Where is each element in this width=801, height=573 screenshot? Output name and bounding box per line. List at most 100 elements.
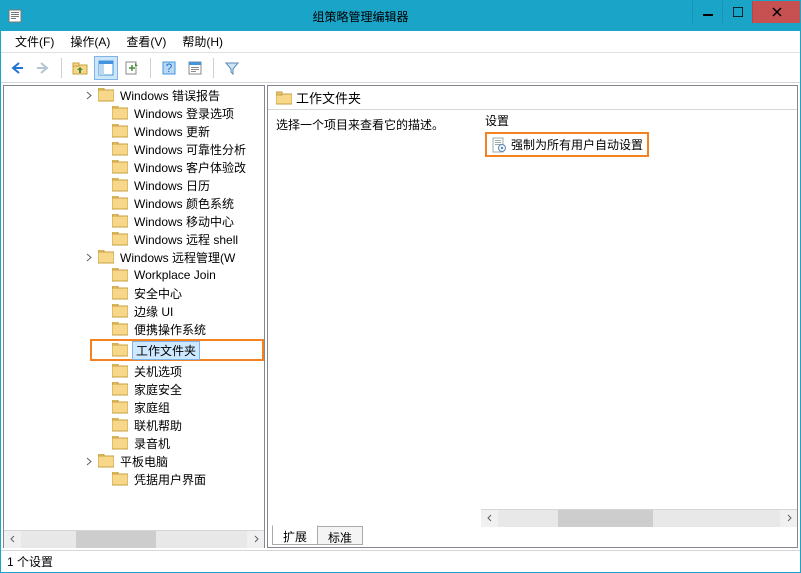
folder-icon [112,286,128,300]
settings-h-scrollbar[interactable] [481,509,797,526]
folder-icon [112,106,128,120]
folder-icon [112,232,128,246]
tree-item[interactable]: 关机选项 [4,362,264,380]
tree-item[interactable]: Windows 远程 shell [4,230,264,248]
tree-item[interactable]: Windows 颜色系统 [4,194,264,212]
tree-item[interactable]: 凭据用户界面 [4,470,264,488]
expander-none [96,106,110,120]
toolbar: ? [1,53,800,83]
tree-item[interactable]: Windows 可靠性分析 [4,140,264,158]
tree-item[interactable]: Windows 移动中心 [4,212,264,230]
tree-item[interactable]: Windows 日历 [4,176,264,194]
folder-icon [112,418,128,432]
folder-icon [98,88,114,102]
tree-item-label: Windows 远程管理(W [118,249,237,266]
folder-icon [112,436,128,450]
tree-item-label: 关机选项 [132,363,184,380]
description-text: 选择一个项目来查看它的描述。 [276,116,473,133]
expander-none [96,160,110,174]
filter-button[interactable] [220,56,244,80]
properties-button[interactable] [183,56,207,80]
forward-button[interactable] [31,56,55,80]
tree-pane: Windows 错误报告Windows 登录选项Windows 更新Window… [3,85,265,548]
tree-item-label: Windows 错误报告 [118,87,222,104]
details-title: 工作文件夹 [296,88,361,107]
folder-icon [112,142,128,156]
settings-column-header[interactable]: 设置 [481,110,797,128]
chevron-right-icon[interactable] [82,250,96,264]
toolbar-separator [150,58,151,78]
close-button[interactable] [752,1,800,23]
toolbar-separator [61,58,62,78]
folder-icon [112,196,128,210]
tree-item-label: Windows 颜色系统 [132,195,236,212]
app-icon [7,8,23,24]
status-text: 1 个设置 [7,553,53,570]
details-tabs: 扩展 标准 [268,526,797,547]
details-header: 工作文件夹 [268,86,797,110]
folder-icon [112,343,128,357]
expander-none [96,364,110,378]
minimize-button[interactable] [692,1,722,23]
tree-item[interactable]: 安全中心 [4,284,264,302]
tree-item[interactable]: 家庭组 [4,398,264,416]
scroll-left-icon[interactable] [481,510,498,527]
tree-item[interactable]: 录音机 [4,434,264,452]
setting-item[interactable]: 强制为所有用户自动设置 [485,132,649,157]
expander-none [96,400,110,414]
tree-view[interactable]: Windows 错误报告Windows 登录选项Windows 更新Window… [4,86,264,530]
expander-none [96,286,110,300]
expander-none [96,322,110,336]
tree-item-label: 边缘 UI [132,303,175,320]
tree-item[interactable]: 便携操作系统 [4,320,264,338]
folder-icon [112,304,128,318]
tree-item[interactable]: Windows 登录选项 [4,104,264,122]
tree-item[interactable]: Windows 远程管理(W [4,248,264,266]
scroll-left-icon[interactable] [4,531,21,548]
scroll-thumb[interactable] [558,510,653,527]
tree-item[interactable]: 工作文件夹 [90,339,264,361]
scroll-track[interactable] [498,510,780,527]
folder-icon [112,364,128,378]
setting-label: 强制为所有用户自动设置 [511,136,643,153]
expander-none [96,436,110,450]
folder-icon [98,454,114,468]
tree-item[interactable]: Windows 更新 [4,122,264,140]
menu-help[interactable]: 帮助(H) [174,31,231,52]
show-tree-button[interactable] [94,56,118,80]
tree-h-scrollbar[interactable] [4,530,264,547]
window: 组策略管理编辑器 文件(F) 操作(A) 查看(V) 帮助(H) ? Windo… [0,0,801,573]
scroll-right-icon[interactable] [780,510,797,527]
up-folder-button[interactable] [68,56,92,80]
tree-item[interactable]: 联机帮助 [4,416,264,434]
folder-icon [112,472,128,486]
scroll-thumb[interactable] [76,531,156,548]
expander-none [96,382,110,396]
chevron-right-icon[interactable] [82,88,96,102]
tree-item-label: 便携操作系统 [132,321,208,338]
chevron-right-icon[interactable] [82,454,96,468]
window-title: 组策略管理编辑器 [29,8,692,25]
scroll-right-icon[interactable] [247,531,264,548]
back-button[interactable] [5,56,29,80]
help-button[interactable]: ? [157,56,181,80]
statusbar: 1 个设置 [1,550,800,572]
tab-standard[interactable]: 标准 [317,526,363,545]
maximize-button[interactable] [722,1,752,23]
menu-file[interactable]: 文件(F) [7,31,62,52]
tree-item[interactable]: Windows 错误报告 [4,86,264,104]
tab-extended[interactable]: 扩展 [272,525,318,545]
scroll-track[interactable] [21,531,247,548]
tree-item-label: 家庭安全 [132,381,184,398]
tree-item[interactable]: Workplace Join [4,266,264,284]
tree-item[interactable]: 平板电脑 [4,452,264,470]
export-button[interactable] [120,56,144,80]
menu-view[interactable]: 查看(V) [118,31,174,52]
tree-item[interactable]: 家庭安全 [4,380,264,398]
folder-icon [112,124,128,138]
tree-item-label: 平板电脑 [118,453,170,470]
menu-action[interactable]: 操作(A) [62,31,118,52]
tree-item[interactable]: 边缘 UI [4,302,264,320]
tree-item-label: Windows 更新 [132,123,212,140]
tree-item[interactable]: Windows 客户体验改 [4,158,264,176]
